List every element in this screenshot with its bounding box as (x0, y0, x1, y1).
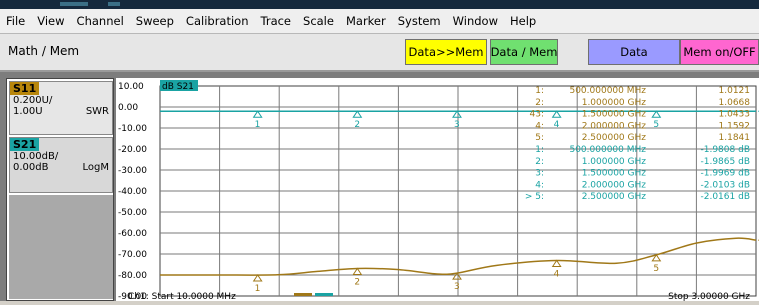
marker-s11-triangle[interactable] (252, 274, 263, 282)
marker-s21-triangle[interactable] (352, 110, 363, 118)
marker-readout-s21-freq: 1.000000 GHz (582, 157, 647, 167)
marker-s21-label: 5 (653, 120, 659, 130)
trace-s21-badge: S21 (10, 138, 40, 151)
marker-readout-s11-id: 2: (535, 98, 544, 108)
marker-readout-s11-freq: 1.000000 GHz (582, 98, 647, 108)
menu-trace[interactable]: Trace (255, 14, 298, 28)
trace-panel: S11 0.200U/ 1.00U SWR S21 10.00dB/ 0.00d… (6, 78, 114, 301)
trace-s11-ref: 1.00U (13, 106, 43, 117)
marker-readout-s11-value: 1.1841 (719, 133, 751, 143)
trace-s11-box[interactable]: S11 0.200U/ 1.00U SWR (9, 81, 113, 135)
marker-readout-s21-freq: 1.500000 GHz (582, 169, 647, 179)
data-div-mem-button[interactable]: Data / Mem (490, 39, 558, 65)
menu-file[interactable]: File (0, 14, 31, 28)
marker-readout-s21-value: -1.9865 dB (701, 157, 751, 167)
marker-s21-label: 2 (354, 120, 360, 130)
plot-svg: 10.00 0.00 -10.00 -20.00 -30.00 -40.00 -50.00 -… (118, 80, 759, 302)
marker-s11-label: 4 (554, 270, 560, 280)
menu-scale[interactable]: Scale (297, 14, 340, 28)
marker-readout-s11-id: 5: (535, 133, 544, 143)
marker-readout-s21-freq: 2.500000 GHz (582, 192, 647, 202)
marker-readout-s21-id: 3: (535, 169, 544, 179)
marker-readout-s21-freq: 500.000000 MHz (569, 145, 646, 155)
active-trace-label: dB S21 (162, 82, 194, 92)
marker-readout-s21-value: -2.0161 dB (701, 192, 751, 202)
marker-readout-s11-freq: 2.000000 GHz (582, 121, 647, 131)
menu-help[interactable]: Help (504, 14, 542, 28)
marker-readout-s11-value: 1.0668 (719, 98, 751, 108)
marker-readout-s11-freq: 1.500000 GHz (582, 110, 647, 120)
marker-readout-s21-id: > 5: (525, 192, 544, 202)
y-tick-label: -60.00 (118, 229, 147, 239)
marker-readout-s21-id: 4: (535, 180, 544, 190)
marker-readout-s11-value: 1.0121 (719, 86, 751, 96)
trace-s11-scale: 0.200U/ (13, 95, 53, 106)
marker-s21-triangle[interactable] (651, 110, 662, 118)
marker-s21-triangle[interactable] (252, 110, 263, 118)
data-button[interactable]: Data (588, 39, 680, 65)
marker-s11-label: 1 (255, 284, 261, 294)
menu-bar: File View Channel Sweep Calibration Trac… (0, 9, 759, 34)
menu-system[interactable]: System (392, 14, 447, 28)
marker-s11-label: 2 (354, 277, 360, 287)
y-tick-label: 0.00 (118, 103, 138, 113)
mem-on-off-button[interactable]: Mem on/OFF (680, 39, 759, 65)
y-tick-label: -30.00 (118, 166, 147, 176)
y-tick-label: -70.00 (118, 250, 147, 260)
marker-readout-s21-id: 1: (535, 145, 544, 155)
marker-s11-triangle[interactable] (352, 267, 363, 275)
trace-s21-scale: 10.00dB/ (13, 151, 59, 162)
y-tick-label: 10.00 (118, 82, 144, 92)
marker-s11-label: 5 (653, 264, 659, 274)
marker-readout-s21-value: -2.0103 dB (701, 180, 751, 190)
plot-area[interactable]: 10.00 0.00 -10.00 -20.00 -30.00 -40.00 -50.00 -… (116, 78, 759, 302)
menu-channel[interactable]: Channel (71, 14, 130, 28)
marker-s21-label: 1 (255, 120, 261, 130)
marker-s21-triangle[interactable] (452, 110, 462, 118)
title-bar-decoration (108, 2, 120, 6)
menu-calibration[interactable]: Calibration (180, 14, 255, 28)
marker-s21-triangle[interactable] (551, 110, 562, 118)
marker-readout-s21-freq: 2.000000 GHz (582, 180, 647, 190)
marker-readout-s11-id: 4: (535, 121, 544, 131)
menu-window[interactable]: Window (447, 14, 504, 28)
trace-s11-format: SWR (85, 106, 109, 117)
y-tick-label: -40.00 (118, 187, 147, 197)
marker-readout-s21-value: -1.9969 dB (701, 169, 751, 179)
marker-readout-s11-freq: 500.000000 MHz (569, 86, 646, 96)
marker-s11-triangle[interactable] (551, 259, 562, 268)
trace-s21-ref: 0.00dB (13, 162, 49, 173)
s11-legend-swatch (294, 293, 312, 296)
marker-readout-s11-value: 1.1592 (719, 121, 751, 131)
marker-readout-s11-id: 1: (535, 86, 544, 96)
softkey-toolbar: Math / Mem Data>>Mem Data / Mem Data Mem… (0, 34, 759, 72)
trace-s21-box[interactable]: S21 10.00dB/ 0.00dB LogM (9, 137, 113, 193)
trace-panel-empty-area (9, 195, 113, 299)
y-tick-label: -10.00 (118, 124, 147, 134)
y-tick-label: -80.00 (118, 271, 147, 281)
marker-readout-s11-value: 1.0433 (719, 110, 751, 120)
marker-readout-s21-value: -1.9808 dB (701, 145, 751, 155)
sweep-start-label: Ch1: Start 10.0000 MHz (128, 292, 236, 301)
marker-readout-s11-freq: 2.500000 GHz (582, 133, 647, 143)
menu-sweep[interactable]: Sweep (130, 14, 180, 28)
marker-s11-label: 3 (454, 282, 460, 292)
data-to-mem-button[interactable]: Data>>Mem (405, 39, 487, 65)
menu-marker[interactable]: Marker (340, 14, 392, 28)
marker-readout-s11-id: 43: (530, 110, 544, 120)
title-bar-decoration (60, 2, 88, 6)
s21-legend-swatch (315, 293, 333, 296)
y-tick-label: -50.00 (118, 208, 147, 218)
softkey-menu-title: Math / Mem (8, 44, 80, 58)
sweep-stop-label: Stop 3.00000 GHz (668, 292, 750, 301)
marker-readout-s21-id: 2: (535, 157, 544, 167)
marker-s21-label: 4 (554, 120, 560, 130)
marker-s21-label: 3 (454, 120, 460, 130)
trace-s11-badge: S11 (10, 82, 40, 95)
y-tick-label: -20.00 (118, 145, 147, 155)
channel-window: S11 0.200U/ 1.00U SWR S21 10.00dB/ 0.00d… (0, 72, 759, 302)
window-title-bar (0, 0, 759, 9)
menu-view[interactable]: View (31, 14, 70, 28)
trace-s21-format: LogM (82, 162, 110, 173)
